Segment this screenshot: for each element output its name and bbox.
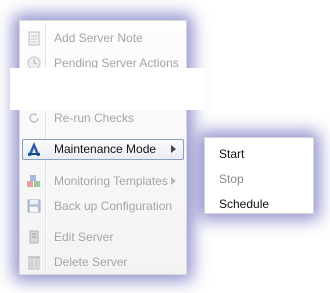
maintenance-icon [26,141,42,157]
floppy-icon [26,198,42,214]
menu-item-back-up-configuration[interactable]: Back up Configuration [22,196,184,217]
menu-item-delete-server[interactable]: Delete Server [22,252,184,273]
menu-item-label: Maintenance Mode [54,142,157,156]
context-menu: Add Server Note Pending Server Actions R… [19,20,187,275]
menu-item-label: Delete Server [54,255,128,269]
edit-icon [26,229,42,245]
occlusion-band [10,68,205,110]
menu-item-add-server-note[interactable]: Add Server Note [22,28,184,49]
maintenance-submenu: Start Stop Schedule [204,137,314,214]
menu-item-label: Add Server Note [54,31,143,45]
note-icon [26,30,42,46]
submenu-arrow-icon [171,177,176,185]
menu-item-re-run-checks[interactable]: Re-run Checks [22,108,184,129]
menu-item-label: Back up Configuration [54,199,173,213]
menu-item-edit-server[interactable]: Edit Server [22,227,184,248]
menu-item-monitoring-templates[interactable]: Monitoring Templates [22,171,184,192]
menu-item-maintenance-mode[interactable]: Maintenance Mode [22,139,184,160]
submenu-item-stop[interactable]: Stop [219,172,244,186]
menu-item-label: Edit Server [54,230,114,244]
submenu-item-schedule[interactable]: Schedule [219,197,269,211]
submenu-item-start[interactable]: Start [219,147,244,161]
menu-item-label: Monitoring Templates [54,174,168,188]
menu-item-label: Re-run Checks [54,111,135,125]
refresh-icon [26,110,42,126]
trash-icon [26,254,42,270]
submenu-arrow-icon [171,145,176,153]
blocks-icon [26,173,42,189]
